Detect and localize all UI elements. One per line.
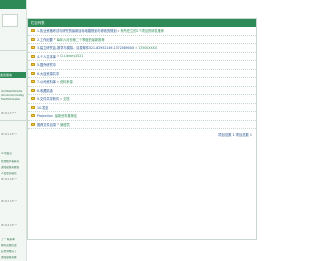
folder-title-link[interactable]: 2.工作纪要 <box>37 37 53 42</box>
list-item[interactable]: 8.收藏精选 <box>28 87 256 95</box>
folder-title-link[interactable]: 9.文件共享软件 <box>37 96 59 101</box>
folder-title-link[interactable]: 推荐文件目录 <box>37 122 56 127</box>
sidebar-text: ol 所发言 <box>1 152 12 155</box>
list-item[interactable]: 7.公司资料库» 资料来源 <box>28 78 256 87</box>
folder-list: 1.执业资格考试与研究的最新目标电路规划与修改的规划» 有所任立的2个项目的研发推… <box>28 27 256 129</box>
folder-icon <box>31 114 35 118</box>
latest-post-link[interactable]: Cl.Library2021 <box>60 54 83 58</box>
list-item[interactable]: 1.执业资格考试与研究的最新目标电路规划与修改的规划» 有所任立的2个项目的研发推… <box>28 27 256 36</box>
sidebar-text: 后台调整好了 <box>1 250 17 253</box>
list-item[interactable]: 10.发至 <box>28 104 256 112</box>
list-item[interactable]: 4.个人文本库» Cl.Library2021 <box>28 53 256 61</box>
folder-title-link[interactable]: 8.收藏精选 <box>37 88 53 93</box>
separator: » <box>57 122 60 127</box>
folder-list-panel: 栏目列表 1.执业资格考试与研究的最新目标电路规划与修改的规划» 有所任立的2个项… <box>27 18 257 240</box>
avatar <box>2 14 18 27</box>
sidebar-text: 管理帐户看看可 <box>1 160 20 163</box>
folder-icon <box>31 105 35 109</box>
list-item[interactable]: 2.工作纪要» 每年六月份第二个季度的最新推荐 <box>28 36 256 44</box>
folder-title-link[interactable]: 6.大连资源共享 <box>37 71 59 76</box>
ip-label: IP:117.13*.* <box>1 200 17 203</box>
ip-label: IP:111.1**.* <box>1 112 17 115</box>
folder-icon <box>31 54 35 58</box>
latest-post-link[interactable]: 资料来源 <box>60 79 73 84</box>
latest-post-link[interactable]: 最新资料推荐区 <box>55 113 77 118</box>
folder-title-link[interactable]: 10.发至 <box>37 105 48 110</box>
latest-post-link[interactable]: 13500XXXX <box>138 46 157 50</box>
ip-label: IP:113.14*.* <box>1 224 17 227</box>
folder-icon <box>31 37 35 41</box>
list-item[interactable]: 推荐文件目录» 管理员 <box>28 121 256 129</box>
latest-post-link[interactable]: 每年六月份第二个季度的最新推荐 <box>57 37 105 42</box>
list-item[interactable]: Projection 最新资料推荐区 <box>28 112 256 121</box>
list-item[interactable]: 6.大连资源共享 <box>28 70 256 78</box>
folder-title-link[interactable]: Projection <box>37 114 53 118</box>
sidebar-text: FieldHoldLabel <box>1 98 20 101</box>
separator: » <box>135 45 138 50</box>
latest-post-link[interactable]: 文档 <box>63 96 69 101</box>
divider <box>0 50 26 51</box>
separator: » <box>56 79 59 84</box>
folder-title-link[interactable]: 3.建立研究会-数学与模拟，请发邮件021-82952149-13720890X… <box>37 45 134 50</box>
list-footer: 项目总数 1 项目总数 1 <box>218 133 252 137</box>
list-item[interactable]: 5.国外研究中 <box>28 61 256 70</box>
sidebar-text: ctorMeshStripSe <box>1 90 23 93</box>
sidebar-title-bar <box>0 0 26 9</box>
folder-title-link[interactable]: 1.执业资格考试与研究的最新目标电路规划与修改的规划 <box>37 28 117 33</box>
separator: » <box>117 28 120 33</box>
folder-icon <box>31 46 35 50</box>
sidebar-text: 了一 联系本 <box>1 238 15 241</box>
latest-post-link[interactable]: 有所任立的2个项目的研发推荐 <box>121 28 164 33</box>
folder-icon <box>31 97 35 101</box>
sidebar-text: 通知提醒系统提 <box>1 166 20 169</box>
sidebar-text: 拥有反映出现 <box>1 244 17 247</box>
folder-icon <box>31 29 35 33</box>
folder-icon <box>31 80 35 84</box>
divider <box>0 120 26 121</box>
sidebar-text: 人变更关联信 <box>1 172 17 175</box>
folder-icon <box>31 122 35 126</box>
ip-label: IP:111.16*.* <box>1 178 17 181</box>
sidebar-text: ctionCommonPag <box>1 94 24 97</box>
separator: » <box>60 96 63 101</box>
list-item[interactable]: 9.文件共享软件» 文档 <box>28 95 256 104</box>
ip-label: IP:111.13*.* <box>1 133 17 136</box>
sidebar-text: 通知提醒系统 <box>1 256 17 259</box>
latest-post-link[interactable]: 管理员 <box>60 122 70 127</box>
separator: » <box>56 54 59 59</box>
folder-title-link[interactable]: 4.个人文本库 <box>37 54 56 59</box>
list-item[interactable]: 3.建立研究会-数学与模拟，请发邮件021-82952149-13720890X… <box>28 44 256 53</box>
panel-header: 栏目列表 <box>28 19 256 27</box>
folder-icon <box>31 71 35 75</box>
post-message-link[interactable]: 发表留言 <box>0 72 26 78</box>
folder-title-link[interactable]: 5.国外研究中 <box>37 62 56 67</box>
sidebar: 发表留言 ctorMeshStripSe ctionCommonPag Fiel… <box>0 0 27 261</box>
folder-icon <box>31 63 35 67</box>
folder-icon <box>31 88 35 92</box>
folder-title-link[interactable]: 7.公司资料库 <box>37 79 56 84</box>
separator: » <box>53 37 56 42</box>
